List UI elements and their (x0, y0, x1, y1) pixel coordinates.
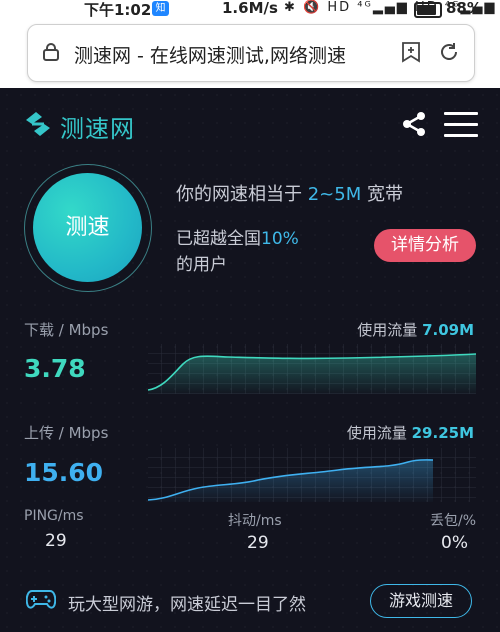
game-promo-text: 玩大型网游，网速延迟一目了然 (68, 595, 306, 615)
upload-speed: 15.60 (24, 458, 104, 487)
upload-usage: 使用流量 29.25M (347, 422, 474, 443)
beat-percentage-text: 已超越全国10% 的用户 (176, 226, 299, 278)
battery-icon (414, 2, 442, 18)
lock-icon (43, 43, 59, 61)
menu-icon[interactable] (444, 112, 478, 138)
download-usage-value: 7.09M (422, 321, 474, 339)
game-speed-test-button[interactable]: 游戏测速 (370, 584, 472, 618)
logo-mark-icon (26, 112, 50, 136)
upload-label: 上传 / Mbps (24, 424, 109, 442)
ping-value: 29 (45, 531, 67, 551)
upload-chart (148, 448, 476, 502)
bandwidth-equivalent: 你的网速相当于 2~5M 宽带 (176, 180, 403, 206)
beat-percent: 10% (261, 229, 299, 249)
jitter-value: 29 (247, 533, 269, 553)
battery-level: 88% (446, 0, 482, 17)
gamepad-icon (26, 590, 56, 609)
loss-label: 丢包/% (430, 513, 477, 529)
download-label: 下载 / Mbps (24, 321, 109, 339)
upload-usage-label: 使用流量 (346, 424, 412, 442)
equivalent-value: 2~5M (307, 184, 362, 205)
download-usage: 使用流量 7.09M (357, 319, 474, 340)
reload-icon[interactable] (438, 41, 460, 63)
share-icon[interactable] (400, 110, 428, 138)
beat-suffix: 的用户 (176, 255, 227, 275)
page-title[interactable]: 测速网 - 在线网速测试,网络测速 (74, 41, 358, 68)
zhihu-app-icon: 知 (152, 1, 169, 16)
add-bookmark-icon[interactable] (400, 41, 422, 63)
speedtest-app: 测速网 测速 你的网速相当于 2~5M 宽带 已超越全国10% 的用户 详情分析 … (0, 88, 500, 632)
status-bar: 下午1:02 知 1.6M/s ✱ 🔇 HD ⁴ᴳ▂▄▆ HD ⁴ᴳ▂▄▆ 88… (0, 0, 500, 20)
upload-usage-value: 29.25M (411, 424, 474, 442)
speed-test-ring: 测速 (24, 164, 152, 292)
speed-test-button[interactable]: 测速 (33, 173, 142, 282)
brand-name: 测速网 (60, 115, 135, 143)
detail-analysis-button[interactable]: 详情分析 (374, 229, 476, 262)
ping-label: PING/ms (24, 508, 84, 524)
network-speed: 1.6M/s (222, 0, 278, 17)
beat-prefix: 已超越全国 (176, 229, 261, 249)
download-chart (148, 344, 476, 394)
jitter-label: 抖动/ms (228, 513, 282, 529)
equivalent-suffix: 宽带 (361, 184, 403, 205)
loss-value: 0% (441, 533, 468, 553)
download-usage-label: 使用流量 (357, 321, 423, 339)
equivalent-prefix: 你的网速相当于 (176, 184, 308, 205)
status-time: 下午1:02 (84, 1, 152, 19)
download-speed: 3.78 (24, 354, 86, 383)
address-bar[interactable]: 测速网 - 在线网速测试,网络测速 (27, 24, 475, 82)
